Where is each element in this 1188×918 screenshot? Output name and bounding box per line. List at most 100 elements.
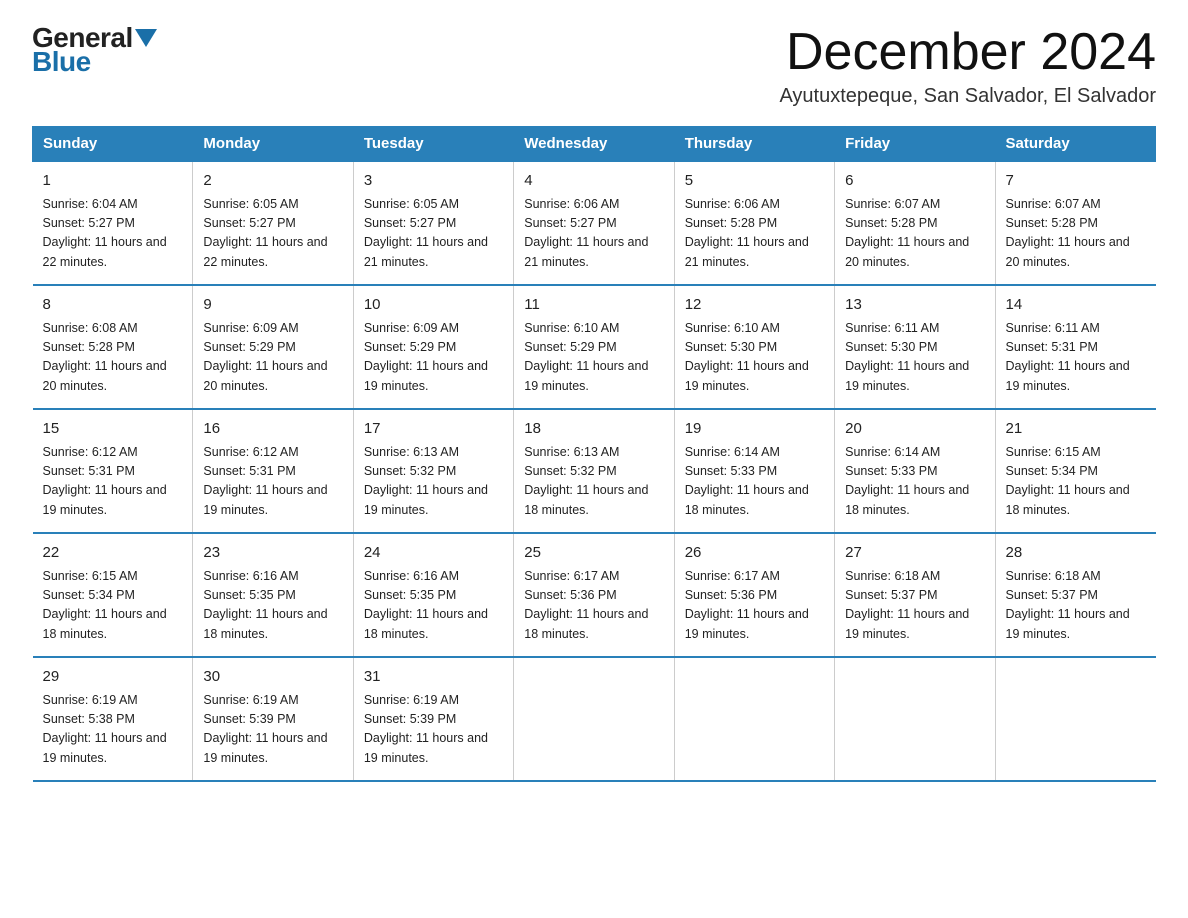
day-number: 8 xyxy=(43,294,183,317)
day-cell: 23Sunrise: 6:16 AMSunset: 5:35 PMDayligh… xyxy=(193,533,353,657)
day-cell: 3Sunrise: 6:05 AMSunset: 5:27 PMDaylight… xyxy=(353,161,513,285)
day-info: Sunrise: 6:05 AMSunset: 5:27 PMDaylight:… xyxy=(364,195,503,273)
day-cell: 2Sunrise: 6:05 AMSunset: 5:27 PMDaylight… xyxy=(193,161,353,285)
day-info: Sunrise: 6:08 AMSunset: 5:28 PMDaylight:… xyxy=(43,319,183,397)
day-info: Sunrise: 6:14 AMSunset: 5:33 PMDaylight:… xyxy=(845,443,984,521)
day-number: 20 xyxy=(845,418,984,441)
day-number: 10 xyxy=(364,294,503,317)
day-cell: 22Sunrise: 6:15 AMSunset: 5:34 PMDayligh… xyxy=(33,533,193,657)
day-info: Sunrise: 6:17 AMSunset: 5:36 PMDaylight:… xyxy=(685,567,824,645)
day-info: Sunrise: 6:05 AMSunset: 5:27 PMDaylight:… xyxy=(203,195,342,273)
day-cell xyxy=(995,657,1155,781)
calendar-header-row: SundayMondayTuesdayWednesdayThursdayFrid… xyxy=(33,127,1156,162)
day-cell: 8Sunrise: 6:08 AMSunset: 5:28 PMDaylight… xyxy=(33,285,193,409)
day-info: Sunrise: 6:14 AMSunset: 5:33 PMDaylight:… xyxy=(685,443,824,521)
day-cell: 7Sunrise: 6:07 AMSunset: 5:28 PMDaylight… xyxy=(995,161,1155,285)
day-cell: 26Sunrise: 6:17 AMSunset: 5:36 PMDayligh… xyxy=(674,533,834,657)
day-number: 5 xyxy=(685,170,824,193)
calendar-table: SundayMondayTuesdayWednesdayThursdayFrid… xyxy=(32,126,1156,782)
day-cell: 29Sunrise: 6:19 AMSunset: 5:38 PMDayligh… xyxy=(33,657,193,781)
day-number: 23 xyxy=(203,542,342,565)
day-cell: 11Sunrise: 6:10 AMSunset: 5:29 PMDayligh… xyxy=(514,285,674,409)
day-info: Sunrise: 6:18 AMSunset: 5:37 PMDaylight:… xyxy=(845,567,984,645)
day-cell: 12Sunrise: 6:10 AMSunset: 5:30 PMDayligh… xyxy=(674,285,834,409)
day-info: Sunrise: 6:04 AMSunset: 5:27 PMDaylight:… xyxy=(43,195,183,273)
column-header-monday: Monday xyxy=(193,127,353,162)
day-info: Sunrise: 6:06 AMSunset: 5:28 PMDaylight:… xyxy=(685,195,824,273)
day-info: Sunrise: 6:13 AMSunset: 5:32 PMDaylight:… xyxy=(364,443,503,521)
page-header: General Blue December 2024 Ayutuxtepeque… xyxy=(32,24,1156,108)
day-info: Sunrise: 6:09 AMSunset: 5:29 PMDaylight:… xyxy=(364,319,503,397)
logo-arrow-icon xyxy=(135,29,157,47)
day-info: Sunrise: 6:06 AMSunset: 5:27 PMDaylight:… xyxy=(524,195,663,273)
day-number: 4 xyxy=(524,170,663,193)
day-number: 2 xyxy=(203,170,342,193)
day-info: Sunrise: 6:17 AMSunset: 5:36 PMDaylight:… xyxy=(524,567,663,645)
day-info: Sunrise: 6:11 AMSunset: 5:31 PMDaylight:… xyxy=(1006,319,1146,397)
column-header-friday: Friday xyxy=(835,127,995,162)
day-info: Sunrise: 6:13 AMSunset: 5:32 PMDaylight:… xyxy=(524,443,663,521)
day-info: Sunrise: 6:12 AMSunset: 5:31 PMDaylight:… xyxy=(43,443,183,521)
day-number: 29 xyxy=(43,666,183,689)
day-number: 19 xyxy=(685,418,824,441)
day-cell: 17Sunrise: 6:13 AMSunset: 5:32 PMDayligh… xyxy=(353,409,513,533)
day-cell: 28Sunrise: 6:18 AMSunset: 5:37 PMDayligh… xyxy=(995,533,1155,657)
title-block: December 2024 Ayutuxtepeque, San Salvado… xyxy=(779,24,1156,108)
day-cell xyxy=(835,657,995,781)
day-number: 3 xyxy=(364,170,503,193)
day-number: 28 xyxy=(1006,542,1146,565)
day-number: 25 xyxy=(524,542,663,565)
day-number: 30 xyxy=(203,666,342,689)
day-cell: 16Sunrise: 6:12 AMSunset: 5:31 PMDayligh… xyxy=(193,409,353,533)
day-cell: 18Sunrise: 6:13 AMSunset: 5:32 PMDayligh… xyxy=(514,409,674,533)
day-number: 7 xyxy=(1006,170,1146,193)
day-info: Sunrise: 6:07 AMSunset: 5:28 PMDaylight:… xyxy=(845,195,984,273)
column-header-sunday: Sunday xyxy=(33,127,193,162)
day-cell: 6Sunrise: 6:07 AMSunset: 5:28 PMDaylight… xyxy=(835,161,995,285)
day-number: 18 xyxy=(524,418,663,441)
day-info: Sunrise: 6:18 AMSunset: 5:37 PMDaylight:… xyxy=(1006,567,1146,645)
day-info: Sunrise: 6:15 AMSunset: 5:34 PMDaylight:… xyxy=(1006,443,1146,521)
day-number: 14 xyxy=(1006,294,1146,317)
day-cell: 30Sunrise: 6:19 AMSunset: 5:39 PMDayligh… xyxy=(193,657,353,781)
day-cell: 13Sunrise: 6:11 AMSunset: 5:30 PMDayligh… xyxy=(835,285,995,409)
day-info: Sunrise: 6:19 AMSunset: 5:38 PMDaylight:… xyxy=(43,691,183,769)
day-cell: 27Sunrise: 6:18 AMSunset: 5:37 PMDayligh… xyxy=(835,533,995,657)
column-header-wednesday: Wednesday xyxy=(514,127,674,162)
day-number: 31 xyxy=(364,666,503,689)
day-info: Sunrise: 6:16 AMSunset: 5:35 PMDaylight:… xyxy=(364,567,503,645)
day-cell: 20Sunrise: 6:14 AMSunset: 5:33 PMDayligh… xyxy=(835,409,995,533)
column-header-thursday: Thursday xyxy=(674,127,834,162)
day-info: Sunrise: 6:19 AMSunset: 5:39 PMDaylight:… xyxy=(364,691,503,769)
day-info: Sunrise: 6:16 AMSunset: 5:35 PMDaylight:… xyxy=(203,567,342,645)
day-cell: 9Sunrise: 6:09 AMSunset: 5:29 PMDaylight… xyxy=(193,285,353,409)
day-cell xyxy=(514,657,674,781)
day-number: 1 xyxy=(43,170,183,193)
day-number: 15 xyxy=(43,418,183,441)
day-cell: 24Sunrise: 6:16 AMSunset: 5:35 PMDayligh… xyxy=(353,533,513,657)
week-row-5: 29Sunrise: 6:19 AMSunset: 5:38 PMDayligh… xyxy=(33,657,1156,781)
day-number: 11 xyxy=(524,294,663,317)
month-year-title: December 2024 xyxy=(779,24,1156,81)
column-header-tuesday: Tuesday xyxy=(353,127,513,162)
day-cell: 15Sunrise: 6:12 AMSunset: 5:31 PMDayligh… xyxy=(33,409,193,533)
day-number: 26 xyxy=(685,542,824,565)
week-row-3: 15Sunrise: 6:12 AMSunset: 5:31 PMDayligh… xyxy=(33,409,1156,533)
day-cell: 25Sunrise: 6:17 AMSunset: 5:36 PMDayligh… xyxy=(514,533,674,657)
day-cell: 14Sunrise: 6:11 AMSunset: 5:31 PMDayligh… xyxy=(995,285,1155,409)
day-cell: 1Sunrise: 6:04 AMSunset: 5:27 PMDaylight… xyxy=(33,161,193,285)
day-cell: 10Sunrise: 6:09 AMSunset: 5:29 PMDayligh… xyxy=(353,285,513,409)
week-row-2: 8Sunrise: 6:08 AMSunset: 5:28 PMDaylight… xyxy=(33,285,1156,409)
day-number: 21 xyxy=(1006,418,1146,441)
day-cell: 21Sunrise: 6:15 AMSunset: 5:34 PMDayligh… xyxy=(995,409,1155,533)
day-number: 24 xyxy=(364,542,503,565)
day-cell: 4Sunrise: 6:06 AMSunset: 5:27 PMDaylight… xyxy=(514,161,674,285)
day-number: 9 xyxy=(203,294,342,317)
day-number: 27 xyxy=(845,542,984,565)
day-cell: 19Sunrise: 6:14 AMSunset: 5:33 PMDayligh… xyxy=(674,409,834,533)
day-number: 12 xyxy=(685,294,824,317)
day-number: 17 xyxy=(364,418,503,441)
day-info: Sunrise: 6:10 AMSunset: 5:29 PMDaylight:… xyxy=(524,319,663,397)
day-number: 16 xyxy=(203,418,342,441)
logo-text-blue: Blue xyxy=(32,48,91,76)
